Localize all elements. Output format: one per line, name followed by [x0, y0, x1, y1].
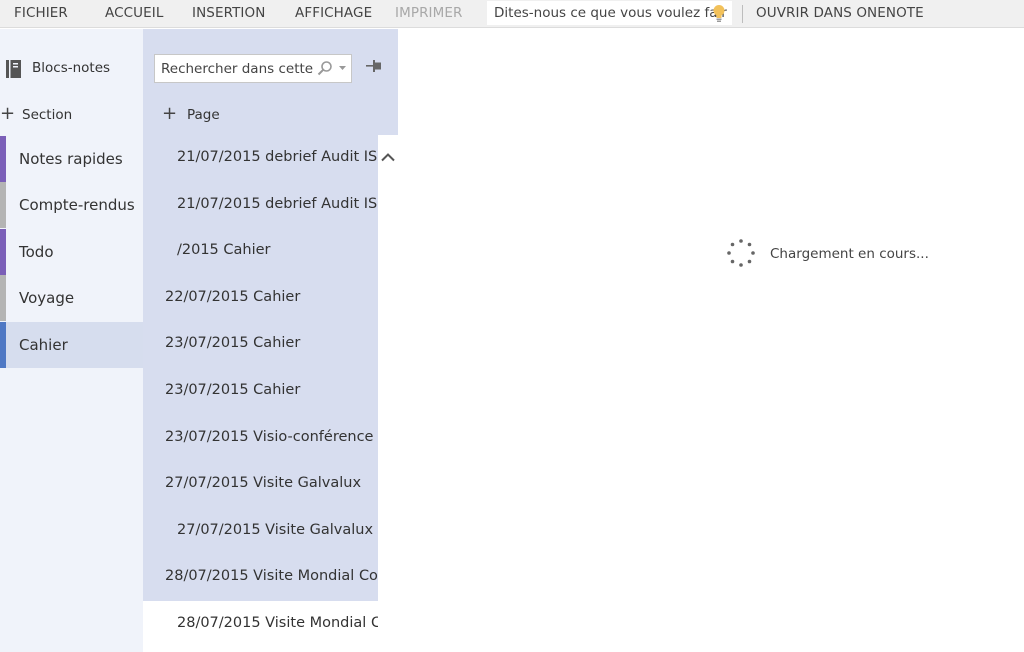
open-in-onenote-button[interactable]: OUVRIR DANS ONENOTE	[756, 5, 924, 21]
loading-text: Chargement en cours...	[770, 246, 929, 262]
ribbon-tab-bar: FICHIER ACCUEIL INSERTION AFFICHAGE IMPR…	[0, 0, 1024, 28]
spinner-icon	[727, 239, 755, 267]
pin-icon[interactable]	[366, 59, 382, 73]
tell-me-search[interactable]: Dites-nous ce que vous voulez fair	[487, 1, 732, 25]
section-color-bar	[0, 275, 6, 322]
section-tab[interactable]: Todo	[0, 228, 143, 275]
tab-accueil[interactable]: ACCUEIL	[105, 5, 163, 21]
section-tab[interactable]: Notes rapides	[0, 136, 143, 182]
page-list: 21/07/2015 debrief Audit IS 21/07/2015 de…	[143, 135, 378, 652]
lightbulb-icon	[713, 5, 725, 22]
page-list-item[interactable]: /2015 Cahier	[143, 228, 378, 275]
tab-imprimer: IMPRIMER	[395, 5, 463, 21]
section-tab[interactable]: Compte-rendus	[0, 182, 143, 229]
spinner-dot	[730, 242, 735, 247]
section-navigation: Blocs-notes + Section Notes rapides Compt…	[0, 29, 143, 652]
tab-fichier[interactable]: FICHIER	[14, 5, 68, 21]
page-list-item-label: /2015 Cahier	[177, 242, 271, 259]
section-tab-label: Notes rapides	[19, 150, 123, 168]
spinner-dot	[747, 259, 752, 264]
section-tab[interactable]: Voyage	[0, 275, 143, 322]
section-color-bar	[0, 321, 6, 368]
loading-indicator: Chargement en cours...	[725, 237, 955, 269]
page-list-item[interactable]: 23/07/2015 Visio-conférence	[143, 414, 378, 462]
page-list-item[interactable]: 23/07/2015 Cahier	[143, 368, 378, 415]
page-list-item[interactable]: 22/07/2015 Cahier	[143, 274, 378, 322]
page-list-item-label: 27/07/2015 Visite Galvalux	[165, 475, 362, 492]
spinner-dot	[751, 251, 755, 255]
page-list-item-label: 23/07/2015 Cahier	[165, 335, 301, 352]
search-input[interactable]: Rechercher dans cette p	[154, 54, 352, 83]
section-color-bar	[0, 182, 6, 229]
page-list-item[interactable]: 21/07/2015 debrief Audit IS	[143, 135, 378, 182]
page-list-item-label: 28/07/2015 Visite Mondial Co	[165, 568, 378, 585]
spinner-dot	[727, 251, 731, 255]
section-tab-label: Cahier	[19, 335, 68, 354]
add-page-label: Page	[187, 107, 220, 123]
spinner-dot	[739, 263, 743, 267]
search-icon[interactable]	[316, 60, 334, 78]
tab-affichage[interactable]: AFFICHAGE	[295, 5, 372, 21]
section-tab[interactable]: Cahier	[0, 321, 143, 368]
page-list-item-label: 21/07/2015 debrief Audit IS	[177, 195, 378, 212]
page-list-item-label: 23/07/2015 Visio-conférence	[165, 428, 374, 445]
section-tab-label: Todo	[19, 242, 54, 261]
tell-me-text: Dites-nous ce que vous voulez fair	[494, 5, 727, 21]
page-list-item-label: 22/07/2015 Cahier	[165, 288, 301, 305]
add-page-button[interactable]: + Page	[160, 104, 280, 128]
section-color-bar	[0, 136, 6, 182]
notebook-icon	[6, 60, 21, 78]
plus-icon: +	[162, 103, 178, 124]
notebooks-label: Blocs-notes	[32, 60, 111, 76]
spinner-dot	[739, 239, 743, 243]
add-section-label: Section	[22, 107, 73, 123]
chevron-down-icon[interactable]	[339, 66, 346, 71]
page-list-item[interactable]: 28/07/2015 Visite Mondial C	[151, 601, 378, 648]
page-list-item-label: 21/07/2015 debrief Audit IS	[177, 149, 378, 165]
search-placeholder: Rechercher dans cette p	[161, 61, 313, 77]
page-list-item-label: 28/07/2015 Visite Mondial C	[177, 615, 378, 631]
page-list-item[interactable]: 23/07/2015 Cahier	[143, 321, 378, 368]
section-color-bar	[0, 228, 6, 275]
spinner-dot	[747, 242, 752, 247]
page-list-item-label: 27/07/2015 Visite Galvalux	[177, 521, 374, 538]
page-list-item[interactable]: 28/07/2015 Visite Mondial Co	[143, 554, 378, 601]
notebooks-button[interactable]: Blocs-notes	[0, 57, 143, 81]
chevron-up-icon[interactable]	[380, 152, 396, 162]
page-list-item[interactable]: 27/07/2015 Visite Galvalux	[143, 461, 378, 508]
page-list-item-label: 23/07/2015 Cahier	[165, 382, 301, 398]
add-section-button[interactable]: + Section	[0, 104, 143, 128]
section-tab-label: Voyage	[19, 289, 75, 308]
page-list-item[interactable]: 27/07/2015 Visite Galvalux	[143, 507, 378, 555]
ribbon-separator	[742, 5, 743, 23]
plus-icon: +	[0, 103, 16, 124]
page-list-item[interactable]: 21/07/2015 debrief Audit IS	[143, 181, 378, 229]
spinner-dot	[730, 259, 735, 264]
section-tab-label: Compte-rendus	[19, 196, 135, 215]
tab-insertion[interactable]: INSERTION	[192, 5, 265, 21]
